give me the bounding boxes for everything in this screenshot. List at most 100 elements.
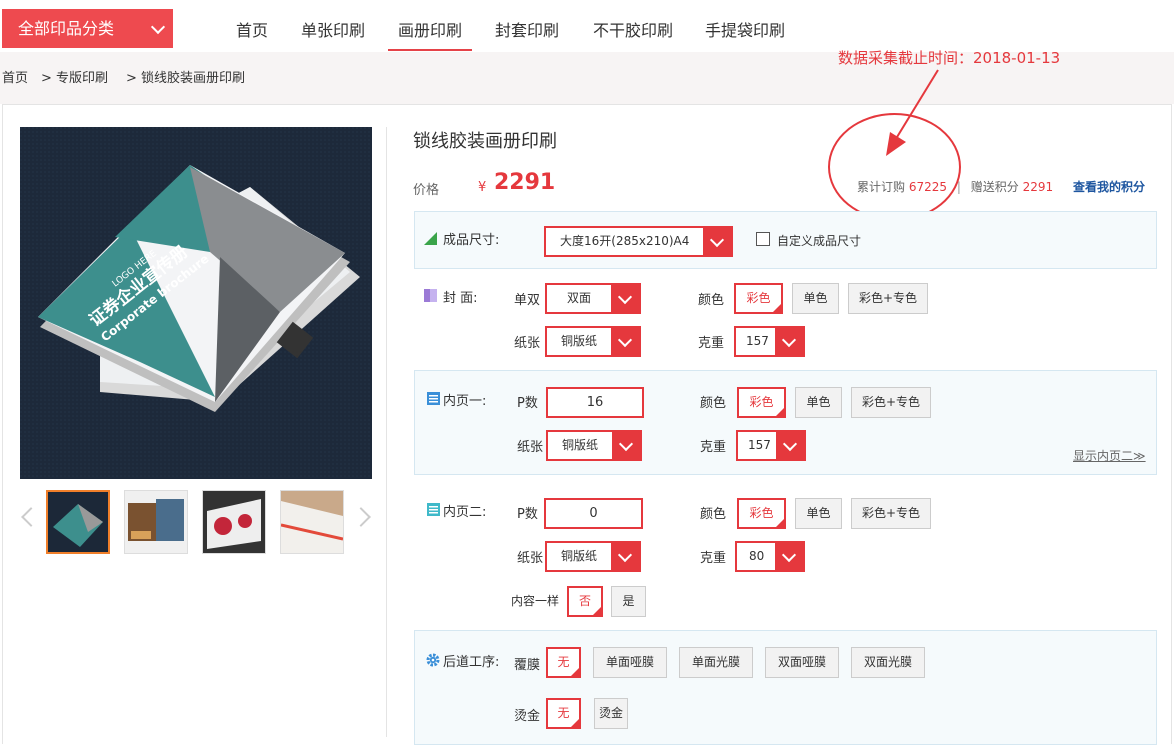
- nav-item-sticker[interactable]: 不干胶印刷: [593, 17, 673, 41]
- nav-item-single-sheet[interactable]: 单张印刷: [301, 17, 365, 41]
- nav-item-brochure[interactable]: 画册印刷: [388, 17, 473, 51]
- foil-label: 烫金: [514, 709, 541, 724]
- inner2-same-option[interactable]: 是: [611, 586, 646, 617]
- inner2-paper-select[interactable]: 铜版纸: [545, 541, 641, 572]
- product-title: 锁线胶装画册印刷: [413, 131, 557, 152]
- price-value: 2291: [494, 170, 556, 195]
- size-select-value: 大度16开(285x210)A4: [560, 234, 690, 248]
- inner2-same-option[interactable]: 否: [567, 586, 603, 617]
- cover-paper-label: 纸张: [514, 336, 541, 351]
- inner2-color-label: 颜色: [700, 507, 727, 522]
- show-inner2-link[interactable]: 显示内页二≫: [1073, 447, 1146, 464]
- product-image: LOGO HERE 证券企业宣传册 Corporate brochure: [20, 127, 372, 479]
- film-option[interactable]: 双面光膜: [851, 647, 925, 678]
- data-deadline-annotation: 数据采集截止时间：2018-01-13: [838, 49, 1061, 67]
- size-label: 成品尺寸:: [443, 233, 500, 248]
- chevron-down-icon: [611, 285, 639, 312]
- cover-paper-select[interactable]: 铜版纸: [545, 326, 641, 357]
- post-label: 后道工序:: [443, 655, 500, 670]
- cover-side-value: 双面: [567, 291, 592, 305]
- my-points-link[interactable]: 查看我的积分: [1073, 180, 1145, 194]
- cover-side-label: 单双: [514, 293, 541, 308]
- inner2-same-label: 内容一样: [511, 594, 560, 608]
- price-label: 价格: [413, 183, 440, 198]
- inner1-color-option[interactable]: 彩色+专色: [851, 387, 931, 418]
- cover-weight-select[interactable]: 157: [734, 326, 805, 357]
- cover-color-option[interactable]: 彩色+专色: [848, 283, 928, 314]
- thumbnail-4[interactable]: [280, 490, 344, 554]
- list-icon: [427, 503, 440, 516]
- cover-weight-value: 157: [746, 334, 769, 348]
- film-option[interactable]: 双面哑膜: [765, 647, 839, 678]
- custom-size-label: 自定义成品尺寸: [777, 234, 862, 248]
- chevron-down-icon: [776, 432, 804, 459]
- film-label: 覆膜: [514, 658, 541, 673]
- breadcrumb-special[interactable]: > 专版印刷: [41, 67, 108, 86]
- cover-color-label: 颜色: [698, 293, 725, 308]
- inner2-color-option[interactable]: 彩色+专色: [851, 498, 931, 529]
- custom-size-checkbox[interactable]: [756, 232, 770, 246]
- chevron-down-icon: [703, 228, 731, 255]
- inner1-weight-select[interactable]: 157: [736, 430, 806, 461]
- all-categories-label: 全部印品分类: [18, 19, 115, 38]
- nav-item-handbag[interactable]: 手提袋印刷: [705, 17, 785, 41]
- inner2-weight-label: 克重: [700, 551, 727, 566]
- chevron-down-icon: [775, 543, 803, 570]
- inner2-weight-value: 80: [749, 549, 765, 563]
- cover-weight-label: 克重: [698, 336, 725, 351]
- inner1-label: 内页一:: [443, 394, 487, 409]
- inner1-p-label: P数: [517, 396, 538, 411]
- cover-side-select[interactable]: 双面: [545, 283, 641, 314]
- inner1-paper-value: 铜版纸: [562, 438, 599, 452]
- list-icon: [427, 392, 440, 405]
- top-nav: 全部印品分类 首页 单张印刷 画册印刷 封套印刷 不干胶印刷 手提袋印刷: [0, 0, 1174, 52]
- thumbnail-2[interactable]: [124, 490, 188, 554]
- inner1-weight-value: 157: [748, 438, 771, 452]
- inner2-paper-label: 纸张: [517, 551, 544, 566]
- points-value: 2291: [1022, 180, 1054, 194]
- inner1-color-option[interactable]: 彩色: [737, 387, 786, 418]
- gear-icon: [426, 653, 440, 667]
- all-categories-button[interactable]: 全部印品分类: [2, 9, 173, 48]
- inner2-color-option[interactable]: 单色: [795, 498, 842, 529]
- film-option[interactable]: 无: [546, 647, 581, 678]
- chevron-down-icon: [150, 19, 166, 35]
- annotation-arrow-icon: [886, 69, 939, 156]
- inner1-color-option[interactable]: 单色: [795, 387, 842, 418]
- inner1-paper-label: 纸张: [517, 440, 544, 455]
- size-select[interactable]: 大度16开(285x210)A4: [544, 226, 733, 257]
- chevron-down-icon: [611, 543, 639, 570]
- inner2-weight-select[interactable]: 80: [735, 541, 805, 572]
- breadcrumb-home[interactable]: 首页: [2, 67, 28, 86]
- inner2-p-label: P数: [517, 507, 538, 522]
- cover-icon: [424, 289, 437, 302]
- cover-paper-value: 铜版纸: [561, 334, 598, 348]
- foil-option[interactable]: 无: [546, 698, 581, 729]
- inner1-p-input[interactable]: 16: [546, 387, 644, 418]
- points-label: 赠送积分: [970, 180, 1019, 194]
- nav-item-home[interactable]: 首页: [236, 17, 268, 41]
- thumbnail-3[interactable]: [202, 490, 266, 554]
- cover-label: 封 面:: [443, 291, 478, 306]
- price-currency: ¥: [478, 180, 487, 195]
- inner2-label: 内页二:: [443, 505, 487, 520]
- chevron-down-icon: [775, 328, 803, 355]
- inner1-weight-label: 克重: [700, 440, 727, 455]
- foil-option[interactable]: 烫金: [594, 698, 628, 729]
- chevron-down-icon: [612, 432, 640, 459]
- inner1-color-label: 颜色: [700, 396, 727, 411]
- thumbnail-1[interactable]: [46, 490, 110, 554]
- inner2-color-option[interactable]: 彩色: [737, 498, 786, 529]
- nav-item-envelope[interactable]: 封套印刷: [495, 17, 559, 41]
- cover-color-option[interactable]: 单色: [792, 283, 839, 314]
- film-option[interactable]: 单面哑膜: [593, 647, 667, 678]
- inner1-paper-select[interactable]: 铜版纸: [546, 430, 642, 461]
- breadcrumb-current: > 锁线胶装画册印刷: [126, 71, 246, 86]
- size-triangle-icon: [424, 232, 437, 245]
- inner2-p-input[interactable]: 0: [544, 498, 643, 529]
- chevron-down-icon: [611, 328, 639, 355]
- film-option[interactable]: 单面光膜: [679, 647, 753, 678]
- inner2-paper-value: 铜版纸: [561, 549, 598, 563]
- cover-color-option[interactable]: 彩色: [734, 283, 783, 314]
- column-divider: [386, 127, 387, 737]
